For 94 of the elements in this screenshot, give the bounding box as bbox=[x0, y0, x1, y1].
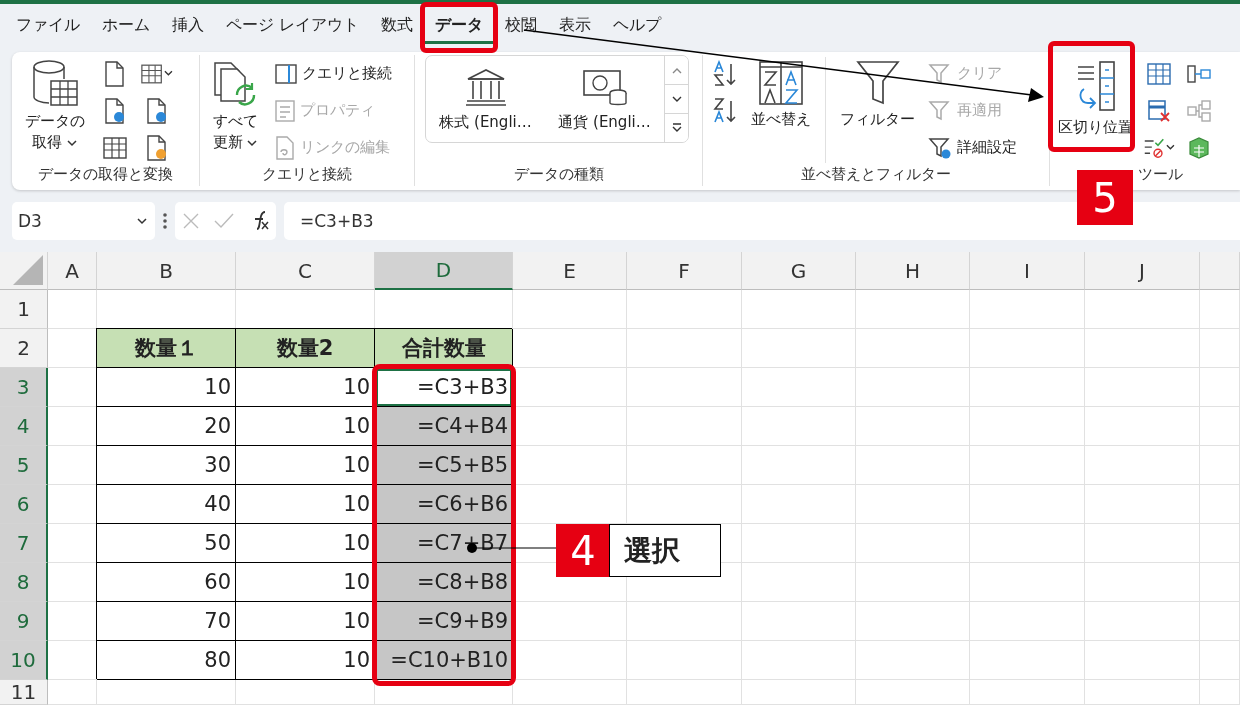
menu-tab[interactable]: ファイル bbox=[6, 10, 90, 44]
sort-ascending-icon bbox=[712, 59, 738, 88]
menu-tab[interactable]: 挿入 bbox=[162, 10, 214, 44]
column-header[interactable]: C bbox=[236, 252, 375, 290]
column-header[interactable]: D bbox=[375, 252, 513, 290]
table-cell: 50 bbox=[97, 524, 236, 563]
step-badge: 5 bbox=[1077, 170, 1133, 225]
column-header[interactable]: B bbox=[97, 252, 236, 290]
get-data-button[interactable]: データの取得 bbox=[18, 55, 91, 153]
menu-tab[interactable]: ページ レイアウト bbox=[216, 10, 370, 44]
check-icon bbox=[212, 212, 235, 230]
row-header[interactable]: 5 bbox=[0, 446, 48, 485]
group-label: データの種類 bbox=[513, 164, 604, 185]
row-header[interactable]: 2 bbox=[0, 329, 48, 368]
table-cell: =C8+B8 bbox=[375, 563, 513, 602]
row-header[interactable]: 11 bbox=[0, 680, 48, 705]
funnel-icon bbox=[854, 59, 901, 107]
document-icon bbox=[104, 60, 126, 87]
table-cell: =C6+B6 bbox=[375, 485, 513, 524]
funnel-icon bbox=[928, 98, 952, 123]
menu-tab[interactable]: ヘルプ bbox=[603, 10, 672, 44]
ribbon-button[interactable]: 詳細設定 bbox=[925, 129, 1020, 166]
row-header[interactable]: 8 bbox=[0, 563, 48, 602]
refresh-all-button[interactable]: すべて更新 bbox=[206, 55, 264, 153]
row-header[interactable]: 9 bbox=[0, 602, 48, 641]
database-table-icon bbox=[30, 59, 79, 109]
row-header[interactable]: 4 bbox=[0, 407, 48, 446]
column-header[interactable]: J bbox=[1085, 252, 1200, 290]
group-label: クエリと接続 bbox=[262, 164, 352, 185]
bank-icon bbox=[463, 66, 508, 107]
table-cell: =C4+B4 bbox=[375, 407, 513, 446]
table-cell: =C5+B5 bbox=[375, 446, 513, 485]
filter-button[interactable]: フィルター bbox=[838, 55, 917, 130]
callout-label: 選択 bbox=[609, 524, 721, 577]
currencies-button[interactable]: 通貨 (Engli… bbox=[545, 56, 664, 142]
header-cell: 数量2 bbox=[236, 329, 375, 368]
row-header[interactable]: 1 bbox=[0, 290, 48, 329]
column-header[interactable]: I bbox=[970, 252, 1085, 290]
table-cell: =C9+B9 bbox=[375, 602, 513, 641]
ribbon-button[interactable]: クエリと接続 bbox=[272, 55, 395, 92]
cube-table-icon bbox=[1187, 135, 1211, 160]
properties-icon bbox=[275, 99, 295, 122]
panel-icon bbox=[275, 63, 297, 84]
sort-grid-icon bbox=[758, 59, 804, 107]
caret-icon bbox=[164, 70, 173, 77]
menu-tab[interactable]: データ bbox=[425, 10, 494, 44]
name-box[interactable]: D3 bbox=[12, 202, 155, 240]
relations-icon bbox=[1187, 99, 1211, 122]
chevron-down-icon bbox=[671, 95, 682, 103]
column-header[interactable]: H bbox=[856, 252, 970, 290]
menu-tab[interactable]: 数式 bbox=[371, 10, 424, 44]
menu-tab[interactable]: 表示 bbox=[549, 10, 602, 44]
stocks-button[interactable]: 株式 (Engli… bbox=[426, 56, 545, 142]
step-badge: 4 bbox=[556, 524, 610, 577]
table-icon bbox=[103, 136, 127, 159]
chevron-up-icon bbox=[671, 66, 682, 74]
group-label: データの取得と変換 bbox=[38, 164, 173, 185]
funnel-icon bbox=[928, 135, 952, 160]
caret-icon bbox=[66, 140, 77, 147]
table-cell: 70 bbox=[97, 602, 236, 641]
column-header[interactable]: E bbox=[513, 252, 627, 290]
corner-triangle-icon bbox=[13, 255, 43, 285]
group-label: ツール bbox=[1138, 164, 1183, 185]
row-header[interactable]: 3 bbox=[0, 368, 48, 407]
caret-icon bbox=[247, 140, 258, 147]
merge-icon bbox=[1187, 63, 1211, 84]
row-header[interactable]: 6 bbox=[0, 485, 48, 524]
table-delete-icon bbox=[1147, 98, 1171, 123]
more-options-icon bbox=[163, 212, 167, 230]
cancel-icon bbox=[181, 212, 200, 230]
menu-tab[interactable]: 校閲 bbox=[495, 10, 548, 44]
table-cell: 10 bbox=[97, 368, 236, 407]
column-header[interactable]: G bbox=[742, 252, 856, 290]
sort-button[interactable]: 並べ替え bbox=[749, 55, 813, 130]
table-cell: 20 bbox=[97, 407, 236, 446]
header-cell: 合計数量 bbox=[375, 329, 513, 368]
table-cell: 60 bbox=[97, 563, 236, 602]
table-cell: 30 bbox=[97, 446, 236, 485]
group-label: 並べ替えとフィルター bbox=[801, 164, 951, 185]
expand-icon bbox=[671, 123, 682, 133]
table-cell: 80 bbox=[97, 641, 236, 680]
link-document-icon bbox=[275, 135, 295, 160]
dropdown-icon bbox=[137, 217, 147, 225]
column-header[interactable]: A bbox=[48, 252, 97, 290]
column-header[interactable]: F bbox=[627, 252, 742, 290]
sort-descending-icon bbox=[712, 96, 738, 125]
row-header[interactable]: 10 bbox=[0, 641, 48, 680]
row-header[interactable]: 7 bbox=[0, 524, 48, 563]
table-cell: 40 bbox=[97, 485, 236, 524]
funnel-icon bbox=[928, 61, 952, 86]
header-cell: 数量１ bbox=[97, 329, 236, 368]
table-cell: =C10+B10 bbox=[375, 641, 513, 680]
menu-tab[interactable]: ホーム bbox=[92, 10, 160, 44]
caret-icon bbox=[1166, 144, 1175, 151]
